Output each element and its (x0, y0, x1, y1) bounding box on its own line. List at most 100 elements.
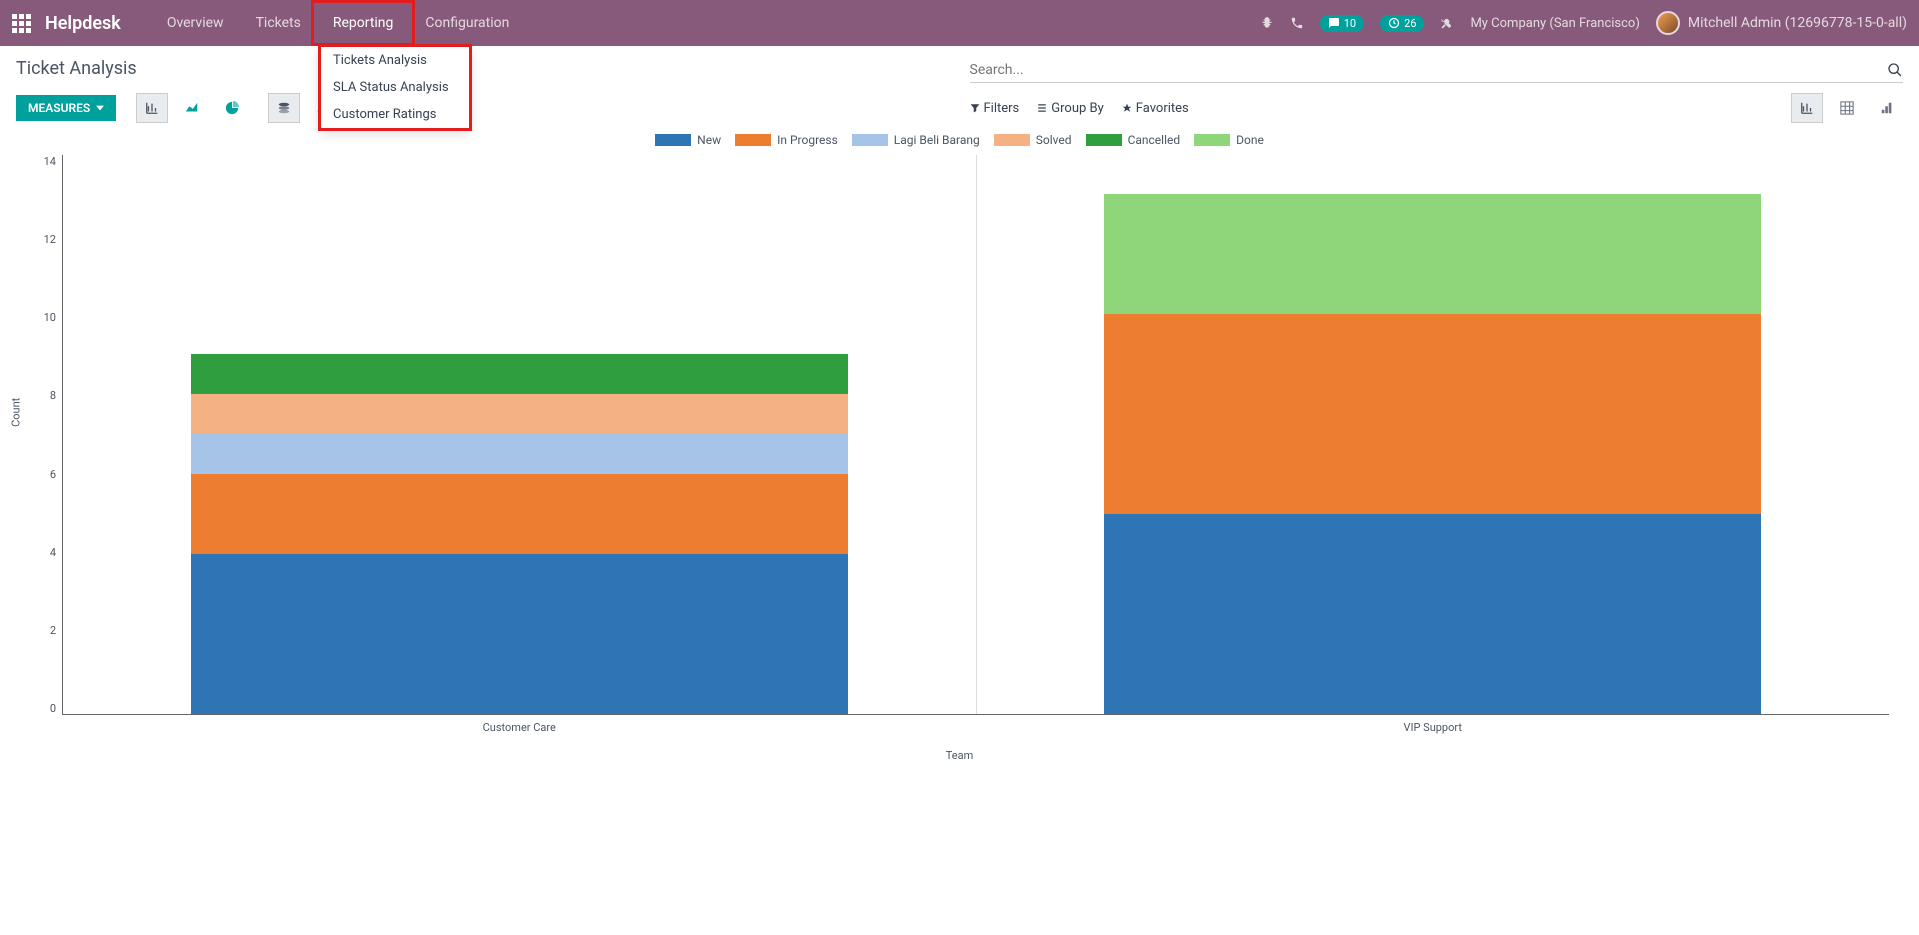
toolbar: MEASURES (16, 93, 950, 123)
filter-icon (970, 103, 980, 113)
bar-segment[interactable] (1104, 514, 1761, 714)
bar-segment[interactable] (191, 474, 848, 554)
y-axis: 14121086420 (30, 155, 62, 715)
legend-swatch (735, 134, 771, 146)
legend-item[interactable]: Cancelled (1086, 133, 1181, 147)
chart: New In Progress Lagi Beli Barang Solved Canc… (0, 123, 1919, 782)
star-icon (1122, 103, 1132, 113)
groupby-button[interactable]: Group By (1037, 101, 1104, 116)
y-tick: 0 (50, 702, 56, 715)
company-switcher[interactable]: My Company (San Francisco) (1470, 16, 1639, 31)
bar-segment[interactable] (191, 394, 848, 434)
nav-overview[interactable]: Overview (151, 3, 240, 43)
bar-segment[interactable] (1104, 194, 1761, 314)
groupby-label: Group By (1051, 101, 1104, 116)
groupby-icon (1037, 103, 1047, 113)
x-axis-label: Team (30, 749, 1889, 762)
legend-item[interactable]: In Progress (735, 133, 838, 147)
nav-items: Overview Tickets Reporting Configuration (151, 3, 526, 43)
y-tick: 2 (50, 624, 56, 637)
activities-count: 26 (1404, 17, 1416, 30)
nav-tickets[interactable]: Tickets (240, 3, 317, 43)
y-tick: 6 (50, 468, 56, 481)
chevron-down-icon (96, 104, 104, 112)
legend-item[interactable]: New (655, 133, 721, 147)
legend-swatch (1194, 134, 1230, 146)
legend-item[interactable]: Lagi Beli Barang (852, 133, 980, 147)
control-row: Ticket Analysis MEASURES (0, 46, 1919, 123)
legend-swatch (994, 134, 1030, 146)
graph-view-button[interactable] (1791, 93, 1823, 123)
graph-view-icon (1800, 101, 1814, 115)
legend: New In Progress Lagi Beli Barang Solved Canc… (30, 133, 1889, 147)
legend-swatch (852, 134, 888, 146)
legend-swatch (655, 134, 691, 146)
y-tick: 14 (44, 155, 56, 168)
messages-badge[interactable]: 10 (1320, 15, 1364, 32)
legend-label: Done (1236, 133, 1264, 147)
brand: Helpdesk (45, 13, 121, 34)
legend-item[interactable]: Solved (994, 133, 1072, 147)
legend-label: Lagi Beli Barang (894, 133, 980, 147)
legend-item[interactable]: Done (1194, 133, 1264, 147)
stacked-bar[interactable] (1104, 194, 1761, 714)
line-chart-button[interactable] (176, 93, 208, 123)
user-menu[interactable]: Mitchell Admin (12696778-15-0-all) (1656, 11, 1907, 35)
bar-segment[interactable] (1104, 314, 1761, 514)
topnav-right: 10 26 My Company (San Francisco) Mitchel… (1260, 11, 1907, 35)
stacked-bar[interactable] (191, 354, 848, 714)
plot-area: Customer CareVIP Support (62, 155, 1889, 715)
reporting-dropdown: Tickets Analysis SLA Status Analysis Cus… (320, 46, 470, 129)
plot-column: VIP Support (977, 155, 1890, 714)
legend-label: New (697, 133, 721, 147)
pivot-view-icon (1840, 101, 1854, 115)
cohort-view-icon (1880, 101, 1894, 115)
pie-chart-button[interactable] (216, 93, 248, 123)
y-tick: 4 (50, 546, 56, 559)
y-axis-label: Count (10, 398, 23, 427)
nav-reporting[interactable]: Reporting (317, 3, 410, 43)
bar-chart-button[interactable] (136, 93, 168, 123)
tools-icon[interactable] (1440, 16, 1454, 30)
y-tick: 12 (44, 233, 56, 246)
avatar (1656, 11, 1680, 35)
search-bar (970, 58, 1904, 83)
filters-label: Filters (984, 101, 1020, 116)
filters-button[interactable]: Filters (970, 101, 1020, 116)
bar-segment[interactable] (191, 434, 848, 474)
dropdown-customer-ratings[interactable]: Customer Ratings (321, 101, 469, 128)
measures-label: MEASURES (28, 101, 90, 115)
activities-badge[interactable]: 26 (1380, 15, 1424, 32)
top-nav: Helpdesk Overview Tickets Reporting Conf… (0, 0, 1919, 46)
nav-configuration[interactable]: Configuration (409, 3, 525, 43)
bug-icon[interactable] (1260, 16, 1274, 30)
phone-icon[interactable] (1290, 16, 1304, 30)
stacked-button[interactable] (268, 93, 300, 123)
pie-chart-icon (225, 101, 239, 115)
bar-chart-icon (145, 101, 159, 115)
measures-button[interactable]: MEASURES (16, 95, 116, 121)
view-toggle (1787, 93, 1903, 123)
filter-row: Filters Group By Favorites (970, 93, 1904, 123)
stacked-icon (277, 101, 291, 115)
legend-label: Solved (1036, 133, 1072, 147)
plot-column: Customer Care (63, 155, 977, 714)
favorites-button[interactable]: Favorites (1122, 101, 1189, 116)
pivot-view-button[interactable] (1831, 93, 1863, 123)
legend-label: Cancelled (1128, 133, 1181, 147)
nav-reporting-label: Reporting (333, 15, 394, 31)
search-input[interactable] (970, 62, 1888, 78)
bar-segment[interactable] (191, 354, 848, 394)
apps-icon[interactable] (12, 14, 31, 33)
bar-segment[interactable] (191, 554, 848, 714)
legend-swatch (1086, 134, 1122, 146)
cohort-view-button[interactable] (1871, 93, 1903, 123)
x-tick-label: Customer Care (483, 721, 556, 734)
line-chart-icon (185, 101, 199, 115)
dropdown-tickets-analysis[interactable]: Tickets Analysis (321, 47, 469, 74)
user-name: Mitchell Admin (12696778-15-0-all) (1688, 15, 1907, 31)
dropdown-sla-status[interactable]: SLA Status Analysis (321, 74, 469, 101)
search-icon[interactable] (1887, 62, 1903, 78)
page-title: Ticket Analysis (16, 58, 950, 79)
x-tick-label: VIP Support (1404, 721, 1462, 734)
